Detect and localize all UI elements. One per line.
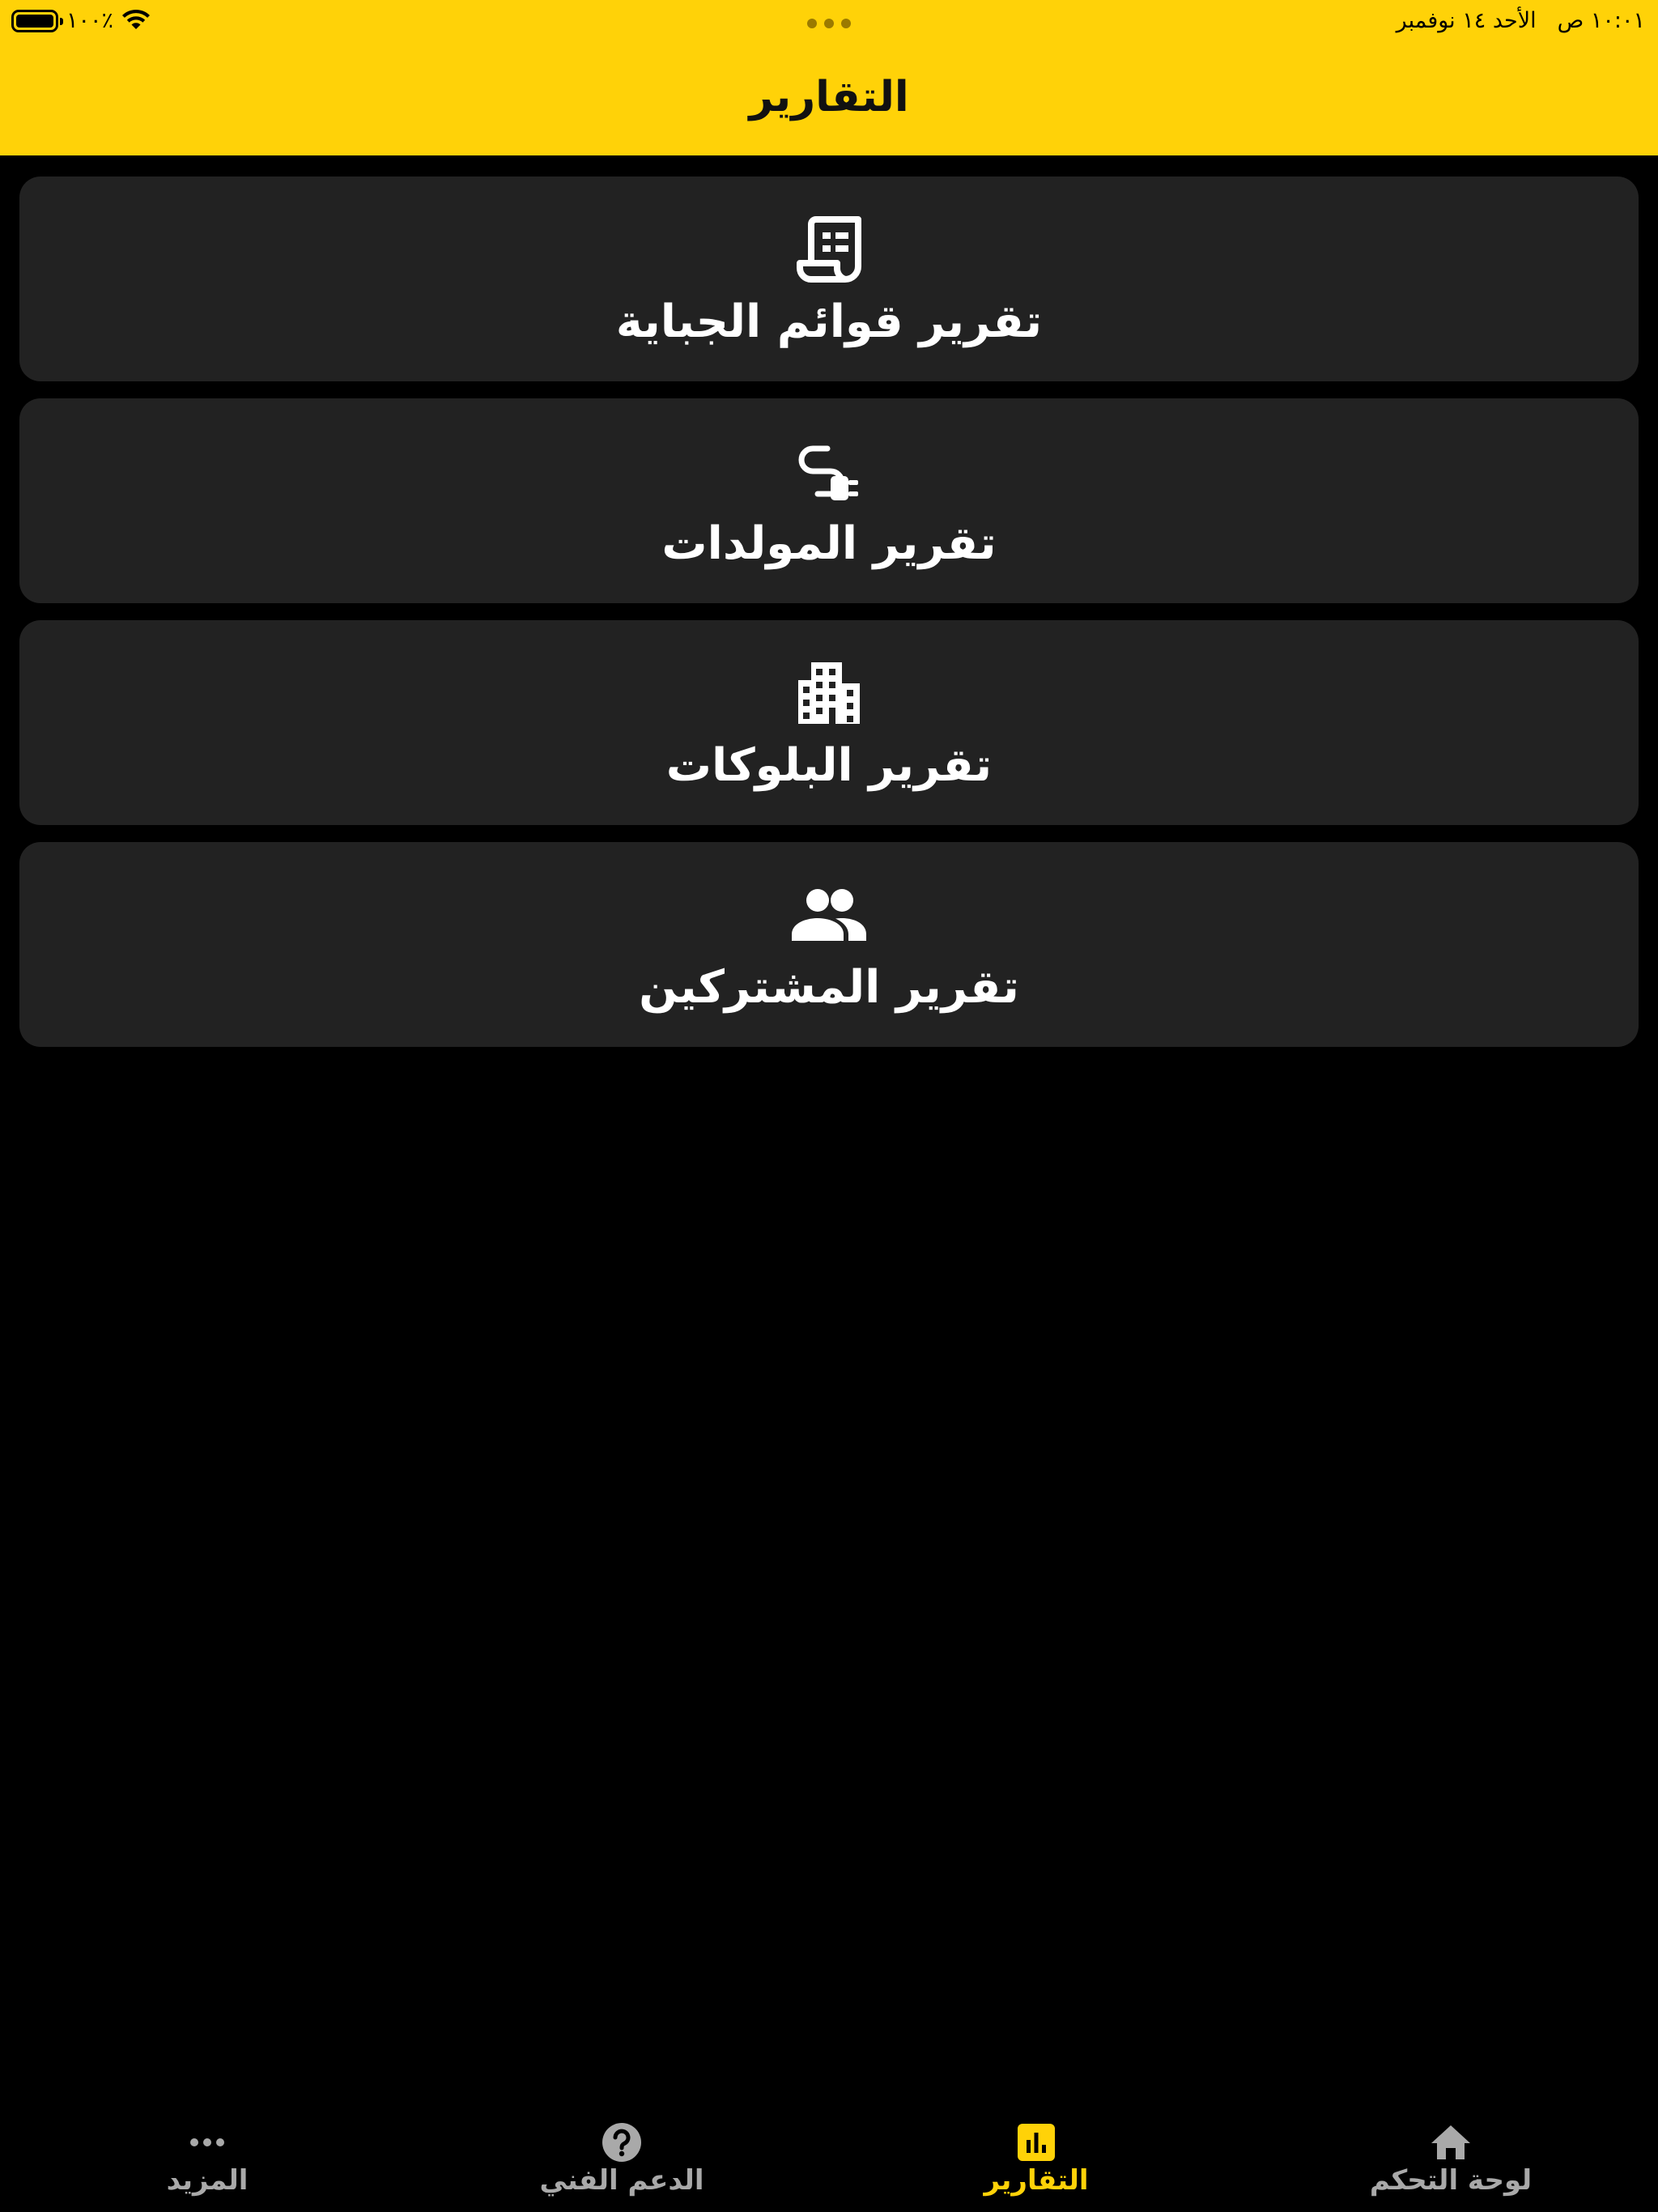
tab-more[interactable]: المزيد	[0, 2107, 414, 2212]
page-title: التقارير	[749, 73, 909, 121]
report-card-label: تقرير المولدات	[661, 517, 997, 570]
tab-dashboard[interactable]: لوحة التحكم	[1244, 2107, 1658, 2212]
wifi-icon	[121, 8, 151, 34]
tab-label: التقارير	[984, 2164, 1089, 2197]
battery-percentage: ١٠٠٪	[66, 8, 114, 33]
apartment-building-icon	[790, 654, 868, 732]
battery-fill	[16, 15, 53, 28]
tab-reports[interactable]: التقارير	[829, 2107, 1244, 2212]
report-card-label: تقرير قوائم الجباية	[615, 296, 1043, 348]
report-card-subscribers[interactable]: تقرير المشتركين	[19, 842, 1639, 1047]
header: ١٠٠٪ الأحد ١٤ نوفمبر ١٠:٠١ ص التقارير	[0, 0, 1658, 155]
tab-support[interactable]: الدعم الفني	[414, 2107, 829, 2212]
multitasking-dots[interactable]	[807, 19, 851, 28]
report-card-label: تقرير البلوكات	[665, 739, 993, 792]
status-time: ١٠:٠١ ص	[1557, 8, 1645, 33]
reports-screen: ١٠٠٪ الأحد ١٤ نوفمبر ١٠:٠١ ص التقارير تق…	[0, 0, 1658, 2212]
status-left-group: ١٠٠٪	[11, 8, 151, 34]
people-icon	[790, 876, 868, 954]
tab-label: لوحة التحكم	[1369, 2164, 1533, 2197]
report-list: تقرير قوائم الجباية تقرير المولدات تقرير…	[19, 177, 1639, 1064]
tab-label: الدعم الفني	[539, 2164, 704, 2197]
tab-bar: لوحة التحكم التقارير الدعم الفني المزيد	[0, 2107, 1658, 2212]
report-card-blocks[interactable]: تقرير البلوكات	[19, 620, 1639, 825]
help-icon	[599, 2120, 644, 2165]
power-plug-icon	[790, 432, 868, 510]
home-icon	[1428, 2120, 1473, 2165]
report-card-label: تقرير المشتركين	[639, 961, 1019, 1014]
status-right-group: الأحد ١٤ نوفمبر ١٠:٠١ ص	[1397, 8, 1645, 34]
report-card-collection-lists[interactable]: تقرير قوائم الجباية	[19, 177, 1639, 381]
battery-icon	[11, 10, 63, 32]
status-bar: ١٠٠٪ الأحد ١٤ نوفمبر ١٠:٠١ ص	[0, 0, 1658, 42]
report-card-generators[interactable]: تقرير المولدات	[19, 398, 1639, 603]
status-date: الأحد ١٤ نوفمبر	[1396, 8, 1537, 33]
tab-label: المزيد	[166, 2164, 249, 2197]
receipt-icon	[790, 211, 868, 288]
bar-chart-icon	[1014, 2120, 1059, 2165]
more-dots-icon	[185, 2120, 230, 2165]
